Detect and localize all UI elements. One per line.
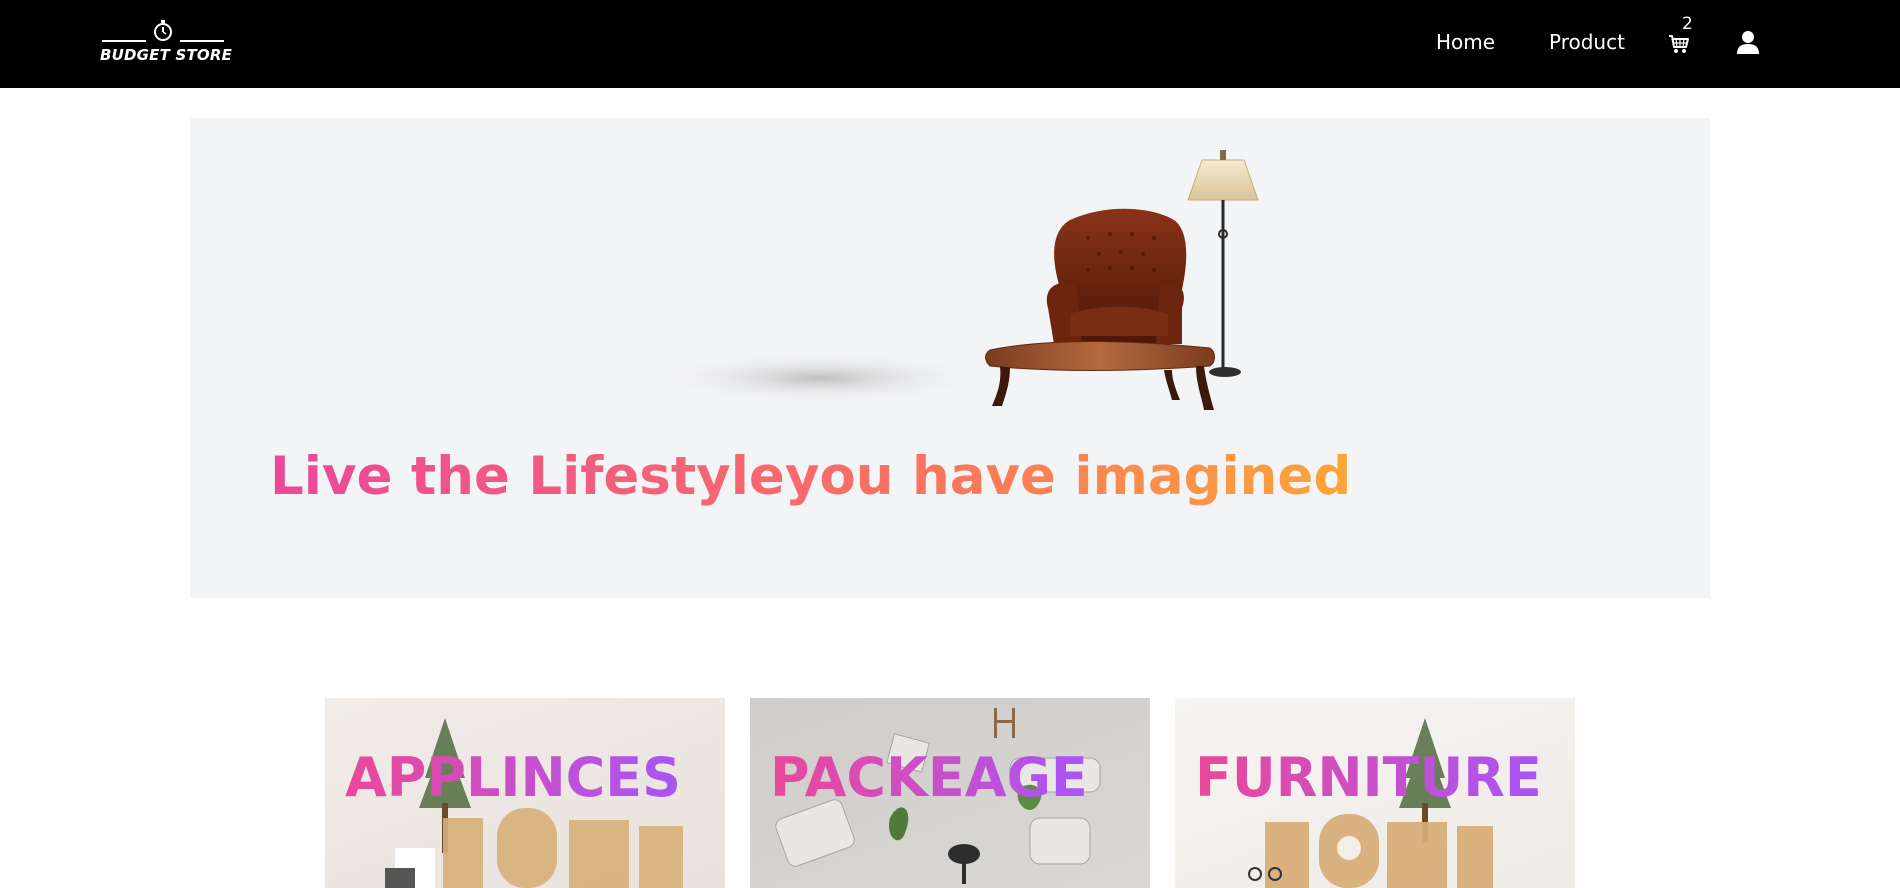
logo-line-right [180,40,224,42]
user-account-button[interactable] [1736,30,1760,58]
shopping-cart-icon [1669,35,1689,53]
armchair-coffee-table-floor-lamp-image [650,150,1259,410]
category-title: FURNITURE [1195,746,1542,809]
cart-button[interactable]: 2 [1668,14,1696,58]
category-title: APPLINCES [345,746,682,809]
hero-banner: Live the Lifestyleyou have imagined [190,118,1710,598]
brand-logo[interactable]: BUDGET STORE [100,20,233,66]
user-icon [1737,31,1759,54]
category-card-appliances[interactable]: APPLINCES [325,698,725,888]
navbar: BUDGET STORE Home Product 2 [0,0,1900,88]
category-title: PACKEAGE [770,746,1088,809]
cart-count-badge: 2 [1682,14,1693,34]
category-card-furniture[interactable]: FURNITURE [1175,698,1575,888]
nav-home-link[interactable]: Home [1436,30,1495,54]
nav-product-link[interactable]: Product [1549,30,1625,54]
brand-name: BUDGET STORE [100,46,233,64]
hero-heading: Live the Lifestyleyou have imagined [270,438,1570,516]
category-card-package[interactable]: PACKEAGE [750,698,1150,888]
logo-line-left [102,40,146,42]
stopwatch-icon [154,20,172,41]
